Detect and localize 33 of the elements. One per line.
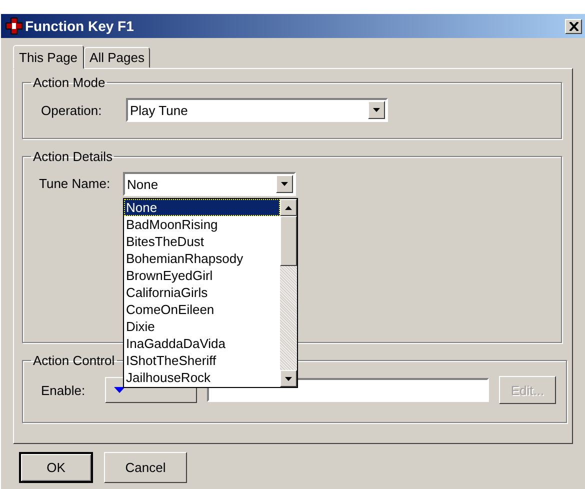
caret-icon (281, 182, 288, 186)
list-item[interactable]: CaliforniaGirls (124, 284, 280, 301)
list-item[interactable]: ComeOnEileen (124, 301, 280, 318)
list-item[interactable]: JailhouseRock (124, 369, 280, 386)
close-button[interactable] (565, 18, 582, 34)
app-icon (5, 17, 23, 35)
list-item[interactable]: BrownEyedGirl (124, 267, 280, 284)
field-label: Enable: (40, 382, 86, 398)
field-label: Tune Name: (38, 175, 112, 191)
close-icon (568, 22, 578, 30)
list-item[interactable]: Dixie (124, 318, 280, 335)
tab[interactable]: This Page (13, 45, 84, 69)
list-item[interactable]: InaGaddaDaVida (124, 335, 280, 352)
caret-icon (373, 108, 380, 112)
scrollbar[interactable] (280, 199, 297, 387)
group-title: Action Details (32, 149, 114, 164)
group-title: Action Control (32, 353, 116, 368)
caret-icon (114, 387, 125, 393)
list-item[interactable]: IShotTheSheriff (124, 352, 280, 369)
list-item[interactable]: BitesTheDust (124, 233, 280, 250)
list-item[interactable]: None (124, 199, 280, 216)
up-arrow-icon (285, 206, 292, 210)
operation-dropdown[interactable]: Play Tune (126, 98, 388, 122)
list-item[interactable]: BohemianRhapsody (124, 250, 280, 267)
field-label: Operation: (40, 102, 103, 118)
tune-dropdown[interactable]: None (123, 172, 296, 196)
tab[interactable]: All Pages (84, 47, 150, 68)
list-item[interactable]: BadMoonRising (124, 216, 280, 233)
dialog-button[interactable]: OK (19, 452, 93, 483)
dialog-button[interactable]: Cancel (104, 452, 187, 483)
down-arrow-icon (285, 376, 292, 380)
window-title: Function Key F1 (25, 18, 135, 34)
group-title: Action Mode (32, 75, 106, 90)
